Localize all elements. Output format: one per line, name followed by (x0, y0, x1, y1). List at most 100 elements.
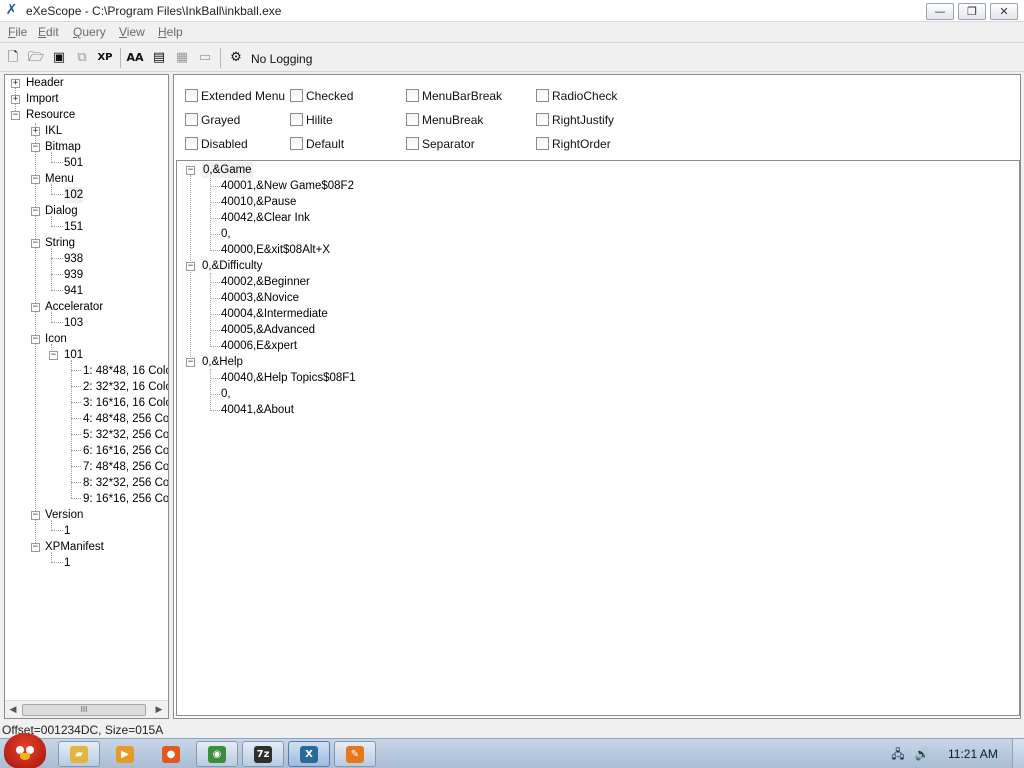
tree-node-icon-item[interactable]: 5: 32*32, 256 Colors (83, 427, 168, 443)
checkbox[interactable] (290, 113, 303, 126)
scroll-right-icon[interactable]: ▶ (152, 703, 166, 717)
collapse-icon[interactable]: − (31, 335, 40, 344)
checkbox[interactable] (185, 113, 198, 126)
exescope-icon[interactable]: ✗ (3, 2, 20, 19)
menu-view[interactable]: View (119, 25, 145, 39)
tree-node-icon-item[interactable]: 9: 16*16, 256 Colors (83, 491, 168, 507)
tree-node-resource[interactable]: Resource (26, 107, 75, 123)
checkbox[interactable] (536, 113, 549, 126)
checkbox[interactable] (536, 89, 549, 102)
resource-icon[interactable]: ▤ (149, 48, 169, 68)
checkbox[interactable] (290, 89, 303, 102)
tree-node-icon-item[interactable]: 4: 48*48, 256 Colors (83, 411, 168, 427)
tree-node-dialog-151[interactable]: 151 (64, 219, 83, 235)
collapse-icon[interactable]: − (186, 262, 195, 271)
tree-node-version[interactable]: Version (45, 507, 83, 523)
collapse-icon[interactable]: − (31, 543, 40, 552)
tree-node-accelerator-103[interactable]: 103 (64, 315, 83, 331)
tree-node-import[interactable]: Import (26, 91, 59, 107)
logging-icon[interactable]: ⚙ (226, 48, 246, 68)
menu-item-node[interactable]: 40001,&New Game$08F2 (221, 178, 354, 194)
menu-item-node[interactable]: 40000,E&xit$08Alt+X (221, 242, 330, 258)
tree-node-xpmanifest[interactable]: XPManifest (45, 539, 104, 555)
menu-file[interactable]: File (8, 25, 27, 39)
taskbar-firefox[interactable]: ● (150, 741, 192, 767)
checkbox[interactable] (406, 137, 419, 150)
collapse-icon[interactable]: − (49, 351, 58, 360)
new-file-icon[interactable]: 🗋 (3, 48, 23, 68)
tree-node-header[interactable]: Header (26, 75, 64, 91)
expand-icon[interactable]: + (11, 79, 20, 88)
collapse-icon[interactable]: − (31, 303, 40, 312)
tree-node-dialog[interactable]: Dialog (45, 203, 78, 219)
font-icon[interactable]: AA (125, 48, 145, 68)
menu-node-help[interactable]: 0,&Help (202, 354, 243, 370)
tree-node-bitmap[interactable]: Bitmap (45, 139, 81, 155)
start-button[interactable] (4, 733, 46, 768)
tree-node-icon-101[interactable]: 101 (64, 347, 83, 363)
collapse-icon[interactable]: − (31, 207, 40, 216)
taskbar-7zip[interactable]: 7z (242, 741, 284, 767)
collapse-icon[interactable]: − (31, 175, 40, 184)
export-icon[interactable]: ⧉ (72, 48, 92, 68)
scroll-thumb[interactable]: III (22, 704, 146, 716)
collapse-icon[interactable]: − (186, 166, 195, 175)
menu-node-game[interactable]: 0,&Game (202, 162, 253, 178)
scroll-left-icon[interactable]: ◀ (6, 703, 20, 717)
tree-node-icon-item[interactable]: 3: 16*16, 16 Colors (83, 395, 168, 411)
checkbox[interactable] (406, 89, 419, 102)
tree-node-string-941[interactable]: 941 (64, 283, 83, 299)
tree-node-bitmap-501[interactable]: 501 (64, 155, 83, 171)
tree-node-menu[interactable]: Menu (45, 171, 74, 187)
tree-node-icon-item[interactable]: 1: 48*48, 16 Colors (83, 363, 168, 379)
menu-item-node[interactable]: 0, (221, 226, 231, 242)
minimize-button[interactable]: — (926, 3, 954, 20)
dialog-icon[interactable]: ▭ (195, 48, 215, 68)
menu-item-node[interactable]: 40006,E&xpert (221, 338, 297, 354)
menu-node-difficulty[interactable]: 0,&Difficulty (202, 258, 263, 274)
logging-label[interactable]: No Logging (251, 52, 312, 66)
resource-tree[interactable]: + + − + − − − − − − − − − Header Import … (4, 74, 169, 719)
menu-item-node[interactable]: 40002,&Beginner (221, 274, 310, 290)
checkbox[interactable] (185, 137, 198, 150)
save-icon[interactable]: ▣ (49, 48, 69, 68)
xp-manifest-icon[interactable]: XP (95, 48, 115, 68)
menu-query[interactable]: Query (73, 25, 106, 39)
maximize-button[interactable]: ❐ (958, 3, 986, 20)
horizontal-scrollbar[interactable]: ◀ III ▶ (5, 700, 168, 718)
checkbox[interactable] (290, 137, 303, 150)
volume-icon[interactable]: 🔊 (914, 746, 930, 762)
show-desktop-button[interactable] (1012, 739, 1024, 768)
menu-item-node[interactable]: 40003,&Novice (221, 290, 299, 306)
tree-node-icon-item[interactable]: 6: 16*16, 256 Colors (83, 443, 168, 459)
tree-node-string-938[interactable]: 938 (64, 251, 83, 267)
clock[interactable]: 11:21 AM (948, 747, 998, 761)
collapse-icon[interactable]: − (31, 239, 40, 248)
menu-item-node[interactable]: 40010,&Pause (221, 194, 296, 210)
image-icon[interactable]: ▦ (172, 48, 192, 68)
expand-icon[interactable]: + (11, 95, 20, 104)
checkbox[interactable] (406, 113, 419, 126)
collapse-icon[interactable]: − (186, 358, 195, 367)
tree-node-string[interactable]: String (45, 235, 75, 251)
tree-node-icon[interactable]: Icon (45, 331, 67, 347)
tree-node-ikl[interactable]: IKL (45, 123, 62, 139)
tree-node-menu-102[interactable]: 102 (64, 187, 84, 203)
menu-edit[interactable]: Edit (38, 25, 59, 39)
open-file-icon[interactable]: 🗁 (26, 48, 46, 68)
tree-node-string-939[interactable]: 939 (64, 267, 83, 283)
menu-item-node[interactable]: 40041,&About (221, 402, 294, 418)
close-button[interactable]: ✕ (990, 3, 1018, 20)
taskbar-chrome[interactable]: ◉ (196, 741, 238, 767)
collapse-icon[interactable]: − (11, 111, 20, 120)
collapse-icon[interactable]: − (31, 511, 40, 520)
menu-help[interactable]: Help (158, 25, 183, 39)
taskbar-explorer[interactable]: ▰ (58, 741, 100, 767)
menu-structure-tree[interactable]: − − − 0,&Game 40001,&New Game$08F2 40010… (176, 160, 1020, 716)
menu-item-node[interactable]: 40040,&Help Topics$08F1 (221, 370, 356, 386)
taskbar-notes[interactable]: ✎ (334, 741, 376, 767)
expand-icon[interactable]: + (31, 127, 40, 136)
tree-node-icon-item[interactable]: 7: 48*48, 256 Colors (83, 459, 168, 475)
checkbox[interactable] (185, 89, 198, 102)
tree-node-icon-item[interactable]: 8: 32*32, 256 Colors (83, 475, 168, 491)
